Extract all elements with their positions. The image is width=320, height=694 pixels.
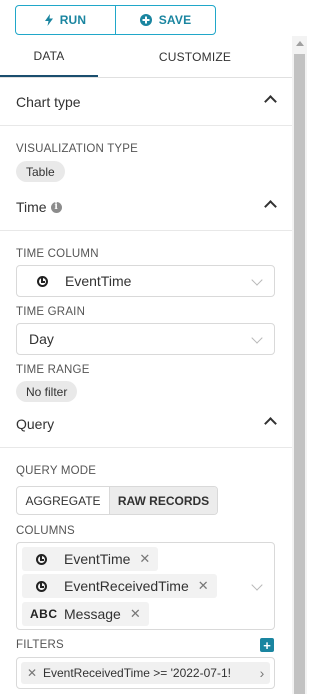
run-label: RUN bbox=[59, 13, 87, 27]
section-time-title: Time bbox=[16, 199, 47, 215]
chevron-up-icon[interactable] bbox=[264, 200, 277, 213]
time-column-value: EventTime bbox=[65, 273, 132, 289]
abc-icon: ABC bbox=[30, 607, 58, 621]
chevron-down-icon bbox=[251, 274, 263, 286]
add-filter-button[interactable]: + bbox=[260, 638, 274, 652]
toolbar: RUN SAVE bbox=[15, 5, 216, 35]
tab-customize[interactable]: CUSTOMIZE bbox=[98, 36, 292, 77]
bolt-icon bbox=[44, 14, 53, 26]
query-mode-toggle: AGGREGATE RAW RECORDS bbox=[16, 486, 218, 515]
raw-records-mode-button[interactable]: RAW RECORDS bbox=[109, 487, 217, 514]
column-chip-label: EventReceivedTime bbox=[64, 578, 189, 594]
time-range-pill[interactable]: No filter bbox=[16, 381, 78, 402]
remove-column-icon[interactable]: ✕ bbox=[139, 551, 150, 567]
visualization-type-label: VISUALIZATION TYPE bbox=[16, 143, 139, 155]
columns-select[interactable]: EventTime ✕ EventReceivedTime ✕ ABC Mess… bbox=[16, 542, 275, 630]
column-chip-label: Message bbox=[64, 606, 121, 622]
section-time-header[interactable]: Time i bbox=[0, 184, 292, 230]
plus-circle-icon bbox=[139, 14, 152, 26]
time-range-label: TIME RANGE bbox=[16, 364, 90, 376]
visualization-type-pill[interactable]: Table bbox=[16, 161, 65, 182]
column-chip: EventReceivedTime ✕ bbox=[22, 574, 217, 598]
filter-chip-label: EventReceivedTime >= '2022-07-1! bbox=[43, 666, 231, 680]
column-chip-label: EventTime bbox=[64, 551, 131, 567]
run-button[interactable]: RUN bbox=[16, 6, 115, 34]
time-grain-label: TIME GRAIN bbox=[16, 306, 86, 318]
column-chip: EventTime ✕ bbox=[22, 547, 159, 571]
time-column-label: TIME COLUMN bbox=[16, 248, 99, 260]
filters-label: FILTERS bbox=[16, 639, 64, 651]
chevron-up-icon[interactable] bbox=[264, 95, 277, 108]
time-column-select[interactable]: EventTime bbox=[16, 265, 275, 297]
column-chip: ABC Message ✕ bbox=[22, 602, 149, 626]
divider bbox=[0, 125, 292, 126]
chevron-down-icon bbox=[251, 332, 263, 344]
tab-data[interactable]: DATA bbox=[0, 36, 98, 77]
columns-label: COLUMNS bbox=[16, 525, 75, 537]
chevron-right-icon: › bbox=[259, 665, 265, 681]
query-mode-label: QUERY MODE bbox=[16, 465, 97, 477]
filters-box[interactable]: ✕ EventReceivedTime >= '2022-07-1! › bbox=[16, 657, 275, 689]
filter-chip[interactable]: ✕ EventReceivedTime >= '2022-07-1! › bbox=[21, 662, 270, 684]
time-grain-select[interactable]: Day bbox=[16, 323, 275, 355]
save-label: SAVE bbox=[158, 13, 192, 27]
section-chart-type-header[interactable]: Chart type bbox=[0, 79, 292, 125]
remove-column-icon[interactable]: ✕ bbox=[198, 578, 209, 594]
info-icon[interactable]: i bbox=[50, 201, 62, 213]
save-button[interactable]: SAVE bbox=[115, 6, 215, 34]
section-chart-type-title: Chart type bbox=[16, 94, 81, 110]
time-grain-value: Day bbox=[29, 331, 54, 347]
scroll-up-arrow-icon[interactable] bbox=[296, 41, 304, 46]
remove-column-icon[interactable]: ✕ bbox=[130, 606, 141, 622]
aggregate-mode-button[interactable]: AGGREGATE bbox=[17, 487, 109, 514]
scroll-thumb[interactable] bbox=[294, 54, 305, 694]
chevron-up-icon[interactable] bbox=[264, 417, 277, 430]
clock-icon bbox=[36, 580, 58, 592]
clock-icon bbox=[37, 275, 51, 287]
divider bbox=[0, 230, 292, 231]
chevron-down-icon bbox=[251, 579, 263, 591]
scrollbar[interactable] bbox=[292, 36, 307, 694]
clock-icon bbox=[36, 553, 58, 565]
panel-tabs: DATA CUSTOMIZE bbox=[0, 36, 292, 78]
divider bbox=[0, 447, 292, 448]
remove-filter-icon[interactable]: ✕ bbox=[21, 666, 43, 680]
section-query-header[interactable]: Query bbox=[0, 401, 292, 447]
section-query-title: Query bbox=[16, 416, 55, 432]
